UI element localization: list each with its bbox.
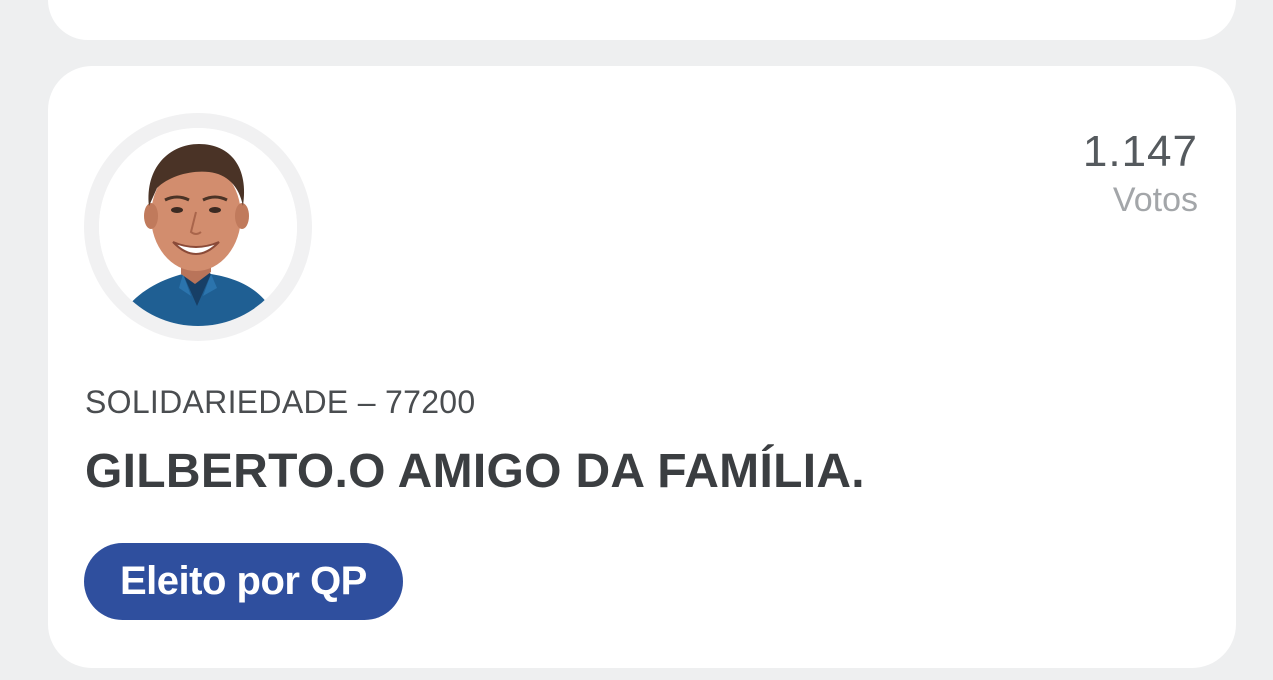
candidate-photo	[99, 128, 297, 326]
avatar-ring	[84, 113, 312, 341]
votes-label: Votos	[1112, 181, 1198, 219]
previous-candidate-card	[48, 0, 1236, 40]
candidate-name: GILBERTO.O AMIGO DA FAMÍLIA.	[85, 445, 865, 498]
candidate-avatar	[99, 128, 297, 326]
votes-summary: 1.147 Votos	[1083, 126, 1198, 222]
votes-count: 1.147	[1082, 127, 1198, 176]
candidate-card[interactable]: 1.147 Votos SOLIDARIEDADE – 77200 GILBER…	[48, 66, 1236, 668]
party-and-number: SOLIDARIEDADE – 77200	[85, 384, 476, 420]
election-status-badge: Eleito por QP	[84, 543, 403, 620]
